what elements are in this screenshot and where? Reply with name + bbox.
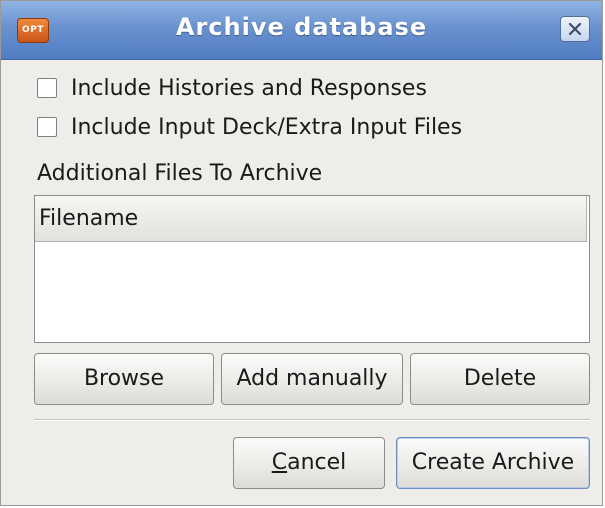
add-manually-button[interactable]: Add manually <box>221 353 403 405</box>
cancel-button[interactable]: Cancel <box>233 437 385 489</box>
close-button[interactable] <box>560 16 590 42</box>
additional-files-list[interactable] <box>35 242 589 342</box>
cancel-mnemonic: C <box>271 450 288 475</box>
delete-button[interactable]: Delete <box>410 353 590 405</box>
option-include-histories[interactable]: Include Histories and Responses <box>37 72 427 104</box>
option-include-input-deck[interactable]: Include Input Deck/Extra Input Files <box>37 111 462 143</box>
include-histories-checkbox[interactable] <box>37 78 57 98</box>
column-header-filename[interactable]: Filename <box>35 196 587 242</box>
archive-database-dialog: OPT Archive database Include Histories a… <box>0 0 603 506</box>
include-input-deck-label: Include Input Deck/Extra Input Files <box>71 114 463 140</box>
include-histories-label: Include Histories and Responses <box>71 75 427 101</box>
additional-files-label: Additional Files To Archive <box>37 161 323 186</box>
title-bar[interactable]: OPT Archive database <box>1 1 602 60</box>
additional-files-table[interactable]: Filename <box>34 195 590 343</box>
separator <box>34 419 590 421</box>
browse-button[interactable]: Browse <box>34 353 214 405</box>
window-title: Archive database <box>175 13 428 41</box>
include-input-deck-checkbox[interactable] <box>37 117 57 137</box>
close-icon <box>568 22 582 36</box>
create-archive-button[interactable]: Create Archive <box>396 437 590 489</box>
cancel-label: ancel <box>287 450 347 475</box>
